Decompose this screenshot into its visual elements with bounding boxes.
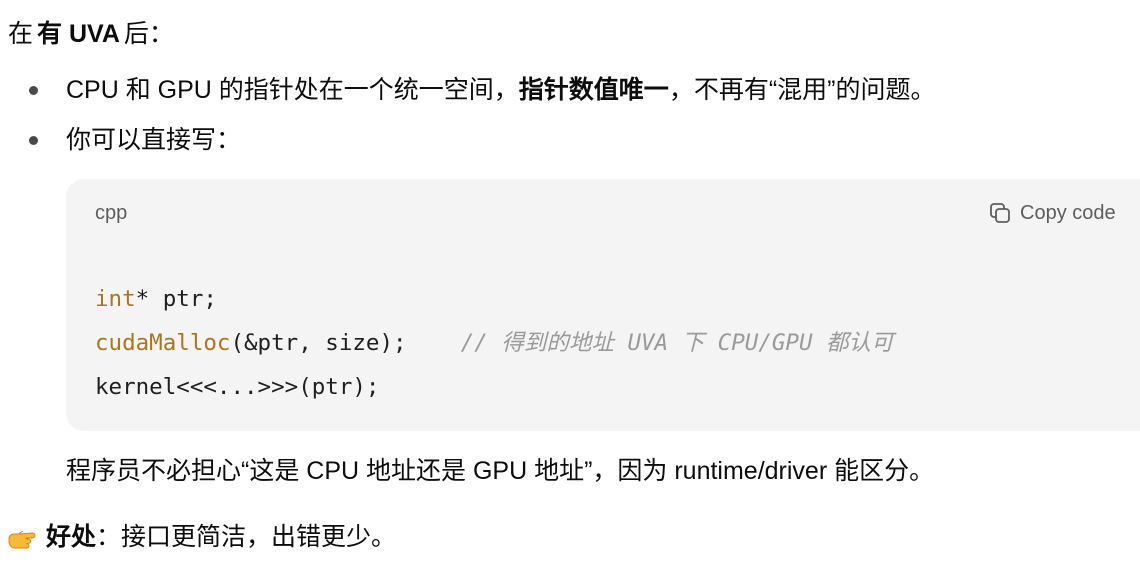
code-block: cpp Copy code int* ptr; cudaMalloc(&ptr,… [66, 179, 1140, 431]
list-item: 你可以直接写： [0, 122, 1140, 158]
code-type-keyword: int [95, 286, 136, 312]
code-text: kernel<<<...>>>(ptr); [95, 374, 380, 400]
bullet-dot [29, 86, 38, 95]
intro-bold: 有 UVA [37, 20, 120, 48]
bullet-dot [29, 136, 38, 145]
bullet-bold-text: 指针数值唯一 [518, 76, 669, 104]
benefit-bold: 好处 [46, 523, 97, 551]
chat-message: 在有 UVA 后： CPU 和 GPU 的指针处在一个统一空间，指针数值唯一，不再… [0, 0, 1140, 564]
intro-prefix: 在 [8, 20, 34, 48]
code-text: * ptr; [135, 286, 217, 312]
bullet-text: 你可以直接写： [66, 126, 242, 154]
pointing-hand-icon [8, 525, 40, 549]
intro-line: 在有 UVA 后： [8, 16, 174, 52]
copy-code-label: Copy code [1020, 201, 1116, 224]
copy-code-button[interactable]: Copy code [988, 199, 1116, 227]
code-content: int* ptr; cudaMalloc(&ptr, size); // 得到的… [95, 277, 894, 409]
code-language-label: cpp [95, 202, 128, 224]
benefit-line: 好处 ：接口更简洁，出错更少。 [8, 519, 396, 555]
code-function-name: cudaMalloc [95, 330, 231, 356]
bullet-list: CPU 和 GPU 的指针处在一个统一空间，指针数值唯一，不再有“混用”的问题。… [0, 72, 1140, 172]
benefit-text: ：接口更简洁，出错更少。 [96, 523, 397, 551]
copy-icon [988, 201, 1012, 225]
list-item: CPU 和 GPU 的指针处在一个统一空间，指针数值唯一，不再有“混用”的问题。 [0, 72, 1140, 108]
code-comment: // 得到的地址 UVA 下 CPU/GPU 都认可 [460, 330, 894, 356]
bullet-text: CPU 和 GPU 的指针处在一个统一空间， [66, 76, 519, 104]
bullet-text-tail: ，不再有“混用”的问题。 [668, 76, 936, 104]
intro-suffix: 后： [123, 20, 174, 48]
code-text: (&ptr, size); [230, 330, 461, 356]
paragraph-after-code: 程序员不必担心“这是 CPU 地址还是 GPU 地址”，因为 runtime/d… [66, 457, 935, 485]
